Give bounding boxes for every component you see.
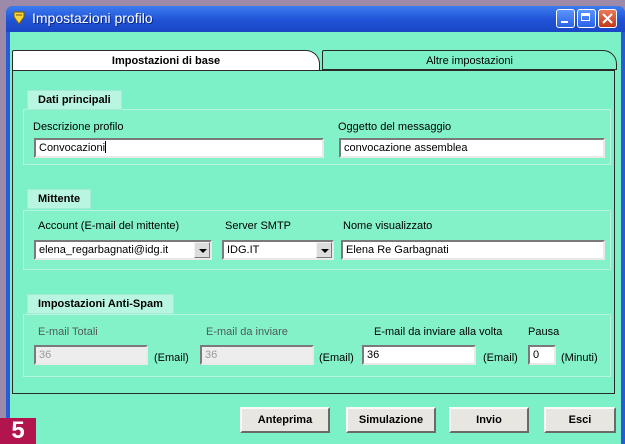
dati-principali-group: Descrizione profilo Convocazioni Oggetto… [23, 109, 611, 165]
pausa-input[interactable]: 0 [528, 345, 556, 365]
mittente-group: Account (E-mail del mittente) elena_rega… [23, 210, 611, 270]
dati-principali-header: Dati principali [27, 90, 122, 110]
simulazione-button[interactable]: Simulazione [346, 407, 436, 433]
maximize-button[interactable] [577, 9, 596, 28]
anteprima-button[interactable]: Anteprima [240, 407, 330, 433]
minimize-button[interactable] [556, 9, 575, 28]
window-title: Impostazioni profilo [32, 10, 153, 26]
step-number-badge: 5 [0, 418, 36, 444]
unit-email-label: (Email) [154, 352, 189, 364]
unit-minuti-label: (Minuti) [561, 352, 598, 364]
nome-visualizzato-input[interactable]: Elena Re Garbagnati [341, 240, 605, 260]
email-da-inviare-input: 36 [200, 345, 314, 365]
text-caret [105, 141, 107, 153]
oggetto-messaggio-input[interactable]: convocazione assemblea [339, 138, 605, 158]
tab-panel: Descrizione profilo Convocazioni Oggetto… [12, 70, 615, 394]
unit-email-label: (Email) [319, 352, 354, 364]
tab-altre-impostazioni[interactable]: Altre impostazioni [322, 50, 617, 70]
email-alla-volta-label: E-mail da inviare alla volta [374, 326, 503, 338]
title-bar[interactable]: Impostazioni profilo [6, 6, 625, 32]
dialog-client-area: Impostazioni di base Altre impostazioni … [10, 32, 621, 444]
antispam-header: Impostazioni Anti-Spam [27, 294, 174, 314]
profile-settings-window: Impostazioni profilo Impostazioni di bas… [6, 6, 625, 444]
descrizione-profilo-input[interactable]: Convocazioni [34, 138, 324, 158]
account-label: Account (E-mail del mittente) [38, 220, 180, 232]
antispam-group: E-mail Totali 36 (Email) E-mail da invia… [23, 314, 611, 377]
chevron-down-icon[interactable] [316, 242, 332, 258]
app-arrow-icon [13, 11, 25, 25]
server-smtp-dropdown[interactable]: IDG.IT [222, 240, 334, 260]
mittente-header: Mittente [27, 189, 92, 209]
close-icon [602, 13, 613, 24]
email-totali-input: 36 [34, 345, 148, 365]
close-button[interactable] [598, 9, 617, 28]
account-dropdown[interactable]: elena_regarbagnati@idg.it [34, 240, 212, 260]
unit-email-label: (Email) [483, 352, 518, 364]
chevron-down-icon[interactable] [194, 242, 210, 258]
nome-visualizzato-label: Nome visualizzato [343, 220, 433, 232]
invio-button[interactable]: Invio [449, 407, 529, 433]
tab-impostazioni-di-base[interactable]: Impostazioni di base [12, 50, 320, 71]
esci-button[interactable]: Esci [544, 407, 616, 433]
email-da-inviare-label: E-mail da inviare [206, 326, 288, 338]
pausa-label: Pausa [528, 326, 560, 338]
email-totali-label: E-mail Totali [38, 326, 98, 338]
email-alla-volta-input[interactable]: 36 [362, 345, 476, 365]
oggetto-messaggio-label: Oggetto del messaggio [338, 121, 452, 133]
descrizione-profilo-label: Descrizione profilo [33, 121, 124, 133]
server-smtp-label: Server SMTP [225, 220, 292, 232]
